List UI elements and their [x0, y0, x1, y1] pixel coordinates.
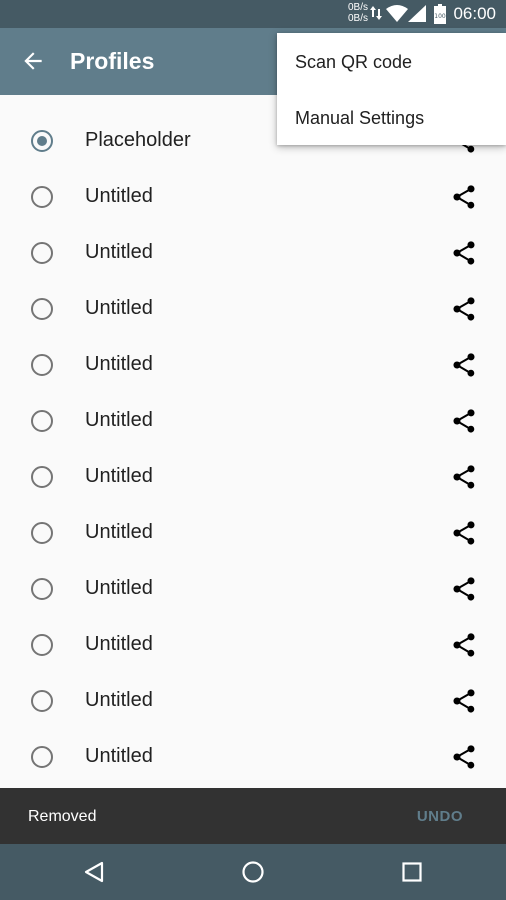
share-icon[interactable] — [450, 687, 478, 715]
arrow-back-icon[interactable] — [20, 48, 46, 74]
profile-row[interactable]: Untitled — [0, 617, 506, 673]
menu-item-label: Manual Settings — [295, 108, 425, 128]
profile-radio[interactable] — [31, 410, 53, 432]
battery-level: 100 — [434, 13, 446, 20]
profile-row[interactable]: Untitled — [0, 561, 506, 617]
menu-item-label: Scan QR code — [295, 52, 413, 72]
share-icon[interactable] — [450, 407, 478, 435]
undo-button[interactable]: UNDO — [417, 807, 463, 827]
profile-name: Untitled — [85, 521, 153, 543]
share-icon[interactable] — [450, 351, 478, 379]
share-icon[interactable] — [450, 743, 478, 771]
profile-radio[interactable] — [31, 746, 53, 768]
home-circle-icon[interactable] — [239, 858, 267, 886]
share-icon[interactable] — [450, 183, 478, 211]
share-icon[interactable] — [450, 239, 478, 267]
profile-radio[interactable] — [31, 690, 53, 712]
profile-radio[interactable] — [31, 242, 53, 264]
profile-radio[interactable] — [31, 466, 53, 488]
profile-radio[interactable] — [31, 298, 53, 320]
profile-name: Untitled — [85, 353, 153, 375]
network-speed: 0B/s 0B/s — [344, 2, 368, 24]
battery-icon: 100 — [434, 4, 446, 24]
profile-radio-selected[interactable] — [31, 130, 53, 152]
share-icon[interactable] — [450, 463, 478, 491]
share-icon[interactable] — [450, 631, 478, 659]
profile-row[interactable]: Untitled — [0, 393, 506, 449]
profile-name: Untitled — [85, 409, 153, 431]
recents-square-icon[interactable] — [398, 858, 426, 886]
wifi-icon — [386, 5, 408, 22]
data-activity-icon — [370, 6, 382, 20]
profile-row[interactable]: Untitled — [0, 225, 506, 281]
back-triangle-icon[interactable] — [80, 858, 108, 886]
profile-name: Untitled — [85, 633, 153, 655]
profile-row[interactable]: Untitled — [0, 673, 506, 729]
menu-item-manual-settings[interactable]: Manual Settings — [277, 89, 506, 145]
profile-radio[interactable] — [31, 354, 53, 376]
status-bar: 0B/s 0B/s 100 06:00 — [0, 0, 506, 28]
profile-list[interactable]: Placeholder Untitled Untitled Untitled U… — [0, 95, 506, 788]
profile-name: Untitled — [85, 297, 153, 319]
page-title: Profiles — [70, 48, 155, 74]
profile-name: Untitled — [85, 689, 153, 711]
profile-row[interactable]: Untitled — [0, 281, 506, 337]
profile-row[interactable]: Untitled — [0, 505, 506, 561]
profile-name: Untitled — [85, 185, 153, 207]
snackbar-message: Removed — [28, 808, 97, 825]
profile-radio[interactable] — [31, 186, 53, 208]
share-icon[interactable] — [450, 575, 478, 603]
share-icon[interactable] — [450, 295, 478, 323]
navigation-bar — [0, 844, 506, 900]
snackbar: Removed UNDO — [0, 788, 506, 844]
profile-name: Untitled — [85, 241, 153, 263]
profile-row[interactable]: Untitled — [0, 337, 506, 393]
profile-row[interactable]: Untitled — [0, 169, 506, 225]
overflow-menu: Scan QR code Manual Settings — [277, 33, 506, 145]
profile-row[interactable]: Untitled — [0, 729, 506, 785]
profile-radio[interactable] — [31, 634, 53, 656]
clock: 06:00 — [453, 4, 496, 23]
profile-name: Placeholder — [85, 129, 191, 151]
cell-signal-icon — [408, 5, 426, 22]
menu-item-scan-qr-code[interactable]: Scan QR code — [277, 33, 506, 89]
download-speed: 0B/s — [347, 13, 368, 24]
profile-radio[interactable] — [31, 578, 53, 600]
share-icon[interactable] — [450, 519, 478, 547]
profile-radio[interactable] — [31, 522, 53, 544]
upload-speed: 0B/s — [347, 2, 368, 13]
profile-row[interactable]: Untitled — [0, 449, 506, 505]
profile-name: Untitled — [85, 465, 153, 487]
profile-name: Untitled — [85, 577, 153, 599]
profile-name: Untitled — [85, 745, 153, 767]
